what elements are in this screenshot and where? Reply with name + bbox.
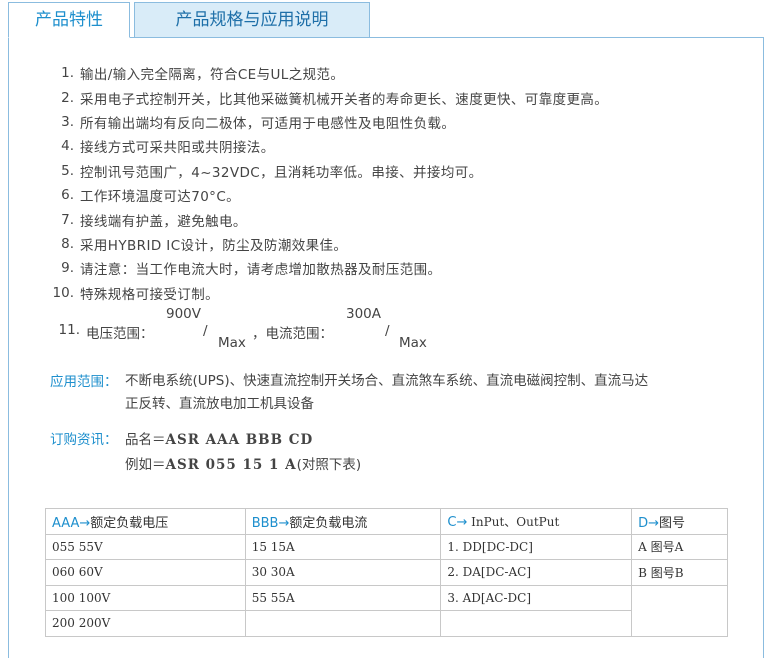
table-cell: 55 55A [244, 584, 442, 611]
list-item: 7. 接线端有护盖，避免触电。 [52, 207, 752, 231]
list-item: 1. 输出/输入完全隔离，符合CE与UL之规范。 [52, 61, 752, 85]
table-cell: 055 55V [45, 533, 246, 560]
feature-11-ranges: 11. 电压范围： 900V / Max ，电流范围： 300A / Max [52, 306, 512, 351]
feature-list: 1. 输出/输入完全隔离，符合CE与UL之规范。 2. 采用电子式控制开关，比其他采… [52, 61, 752, 305]
table-row: 100 100V 55 55A 3. AD[AC-DC] [45, 584, 728, 637]
application-line-2: 正反转、直流放电加工机具设备 [125, 396, 314, 412]
table-header-row: AAA→额定负载电压 BBB→额定负载电流 C→ InPut、OutPut D→… [45, 508, 728, 535]
voltage-max: Max [218, 335, 246, 351]
current-max: Max [399, 335, 427, 351]
table-cell: A 图号A [631, 533, 728, 560]
feature-number: 11. [58, 322, 80, 338]
table-cell: 100 100V [45, 584, 246, 611]
list-item: 5. 控制讯号范围广，4~32VDC，且消耗功率低。串接、并接均可。 [52, 159, 752, 183]
table-row: 055 55V 15 15A 1. DD[DC-DC] A 图号A [45, 533, 728, 560]
list-item: 8. 采用HYBRID IC设计，防尘及防潮效果佳。 [52, 232, 752, 256]
feature-number: 5. [61, 162, 74, 179]
table-cell [244, 610, 442, 637]
feature-text: 所有输出端均有反向二极体，可适用于电感性及电阻性负载。 [80, 115, 456, 132]
feature-text: 采用电子式控制开关，比其他采磁簧机械开关者的寿命更长、速度更快、可靠度更高。 [80, 91, 609, 108]
feature-text: 请注意：当工作电流大时，请考虑增加散热器及耐压范围。 [80, 262, 442, 279]
feature-number: 7. [61, 211, 74, 228]
feature-text: 特殊规格可接受订制。 [80, 286, 219, 303]
list-item: 10. 特殊规格可接受订制。 [52, 281, 752, 305]
voltage-slash: / [203, 323, 208, 339]
header-c: C→ InPut、OutPut [440, 508, 633, 535]
feature-number: 6. [61, 187, 74, 204]
header-bbb: BBB→额定负载电流 [244, 508, 442, 535]
voltage-label: 电压范围： [86, 326, 154, 342]
feature-text: 接线端有护盖，避免触电。 [80, 213, 247, 230]
feature-text: 工作环境温度可达70°C。 [80, 189, 241, 206]
spec-table: AAA→额定负载电压 BBB→额定负载电流 C→ InPut、OutPut D→… [45, 508, 728, 637]
order-info-label: 订购资讯： [50, 432, 118, 448]
order-example-prefix: 例如＝ [125, 457, 166, 473]
order-example-code: ASR 055 15 1 A [165, 457, 297, 473]
table-cell: 30 30A [244, 559, 442, 586]
application-line-1: 不断电系统(UPS)、快速直流控制开关场合、直流煞车系统、直流电磁阀控制、直流马… [125, 373, 649, 389]
feature-text: 采用HYBRID IC设计，防尘及防潮效果佳。 [80, 237, 348, 254]
order-name-prefix: 品名＝ [125, 432, 166, 448]
current-value: 300A [346, 306, 382, 322]
tab-product-specs[interactable]: 产品规格与应用说明 [134, 2, 370, 38]
current-label: ，电流范围： [252, 326, 333, 342]
table-cell: 200 200V [45, 610, 246, 637]
order-name-line: 品名＝ASR AAA BBB CD [125, 428, 313, 448]
feature-text: 接线方式可采共阳或共阴接法。 [80, 140, 275, 157]
tab-bar: 产品特性 产品规格与应用说明 [8, 0, 764, 38]
feature-number: 4. [61, 138, 74, 155]
list-item: 2. 采用电子式控制开关，比其他采磁簧机械开关者的寿命更长、速度更快、可靠度更高。 [52, 85, 752, 109]
feature-number: 1. [61, 65, 74, 82]
table-cell [631, 584, 728, 637]
voltage-value: 900V [166, 306, 202, 322]
list-item: 3. 所有输出端均有反向二极体，可适用于电感性及电阻性负载。 [52, 110, 752, 134]
application-text: 不断电系统(UPS)、快速直流控制开关场合、直流煞车系统、直流电磁阀控制、直流马… [125, 370, 745, 416]
list-item: 9. 请注意：当工作电流大时，请考虑增加散热器及耐压范围。 [52, 256, 752, 280]
application-label: 应用范围： [50, 374, 118, 390]
order-example-note: (对照下表) [296, 457, 362, 473]
feature-number: 8. [61, 235, 74, 252]
header-d: D→图号 [631, 508, 728, 535]
table-cell: B 图号B [631, 559, 728, 586]
feature-text: 输出/输入完全隔离，符合CE与UL之规范。 [80, 67, 345, 84]
feature-number: 10. [52, 284, 74, 301]
feature-number: 2. [61, 89, 74, 106]
order-name-code: ASR AAA BBB CD [165, 432, 314, 448]
table-cell: 15 15A [244, 533, 442, 560]
tab-product-features[interactable]: 产品特性 [8, 2, 130, 38]
table-cell: 3. AD[AC-DC] [440, 584, 633, 611]
table-row: 060 60V 30 30A 2. DA[DC-AC] B 图号B [45, 559, 728, 586]
feature-text: 控制讯号范围广，4~32VDC，且消耗功率低。串接、并接均可。 [80, 164, 483, 181]
header-aaa: AAA→额定负载电压 [45, 508, 246, 535]
table-row: 200 200V [45, 610, 728, 637]
table-cell [440, 610, 633, 637]
table-cell: 2. DA[DC-AC] [440, 559, 633, 586]
list-item: 4. 接线方式可采共阳或共阴接法。 [52, 134, 752, 158]
feature-number: 9. [61, 260, 74, 277]
table-cell: 060 60V [45, 559, 246, 586]
table-cell: 1. DD[DC-DC] [440, 533, 633, 560]
current-slash: / [385, 323, 390, 339]
list-item: 6. 工作环境温度可达70°C。 [52, 183, 752, 207]
feature-number: 3. [61, 113, 74, 130]
order-example-line: 例如＝ASR 055 15 1 A(对照下表) [125, 453, 361, 473]
